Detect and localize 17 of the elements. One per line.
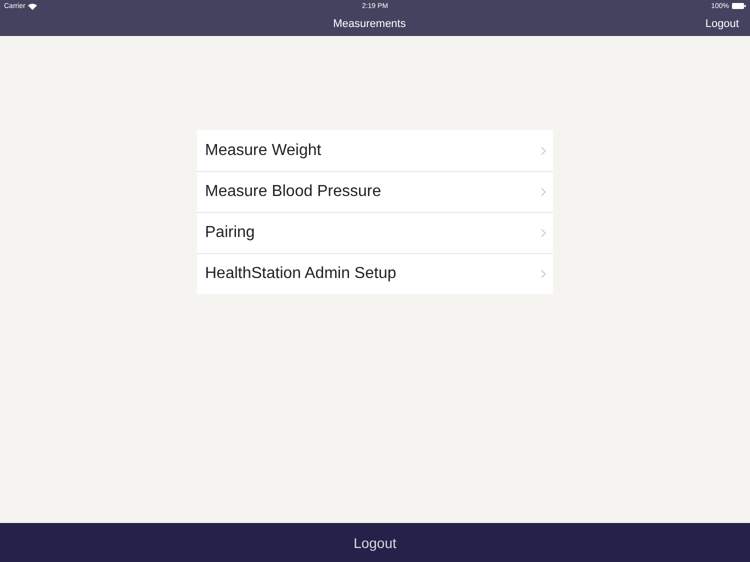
menu-item[interactable]: Pairing [197, 212, 553, 253]
wifi-icon [28, 2, 38, 10]
chevron-icon [541, 270, 546, 278]
logout-button[interactable]: Logout [678, 18, 739, 30]
menu-item[interactable]: Measure Blood Pressure [197, 171, 553, 212]
menu-item-label: Measure Weight [205, 142, 322, 160]
menu-item[interactable]: HealthStation Admin Setup [197, 253, 553, 294]
nav-title: Measurements [333, 18, 406, 30]
menu-item-label: Measure Blood Pressure [205, 183, 382, 201]
chevron-icon [541, 146, 546, 154]
logout-button[interactable]: Logout [348, 532, 402, 552]
chevron-icon [541, 229, 546, 237]
menu-item[interactable]: Measure Weight [197, 130, 553, 171]
battery-icon [732, 3, 746, 9]
menu-item-label: HealthStation Admin Setup [205, 265, 396, 283]
chevron-icon [541, 188, 546, 196]
menu-item-label: Pairing [205, 224, 255, 242]
